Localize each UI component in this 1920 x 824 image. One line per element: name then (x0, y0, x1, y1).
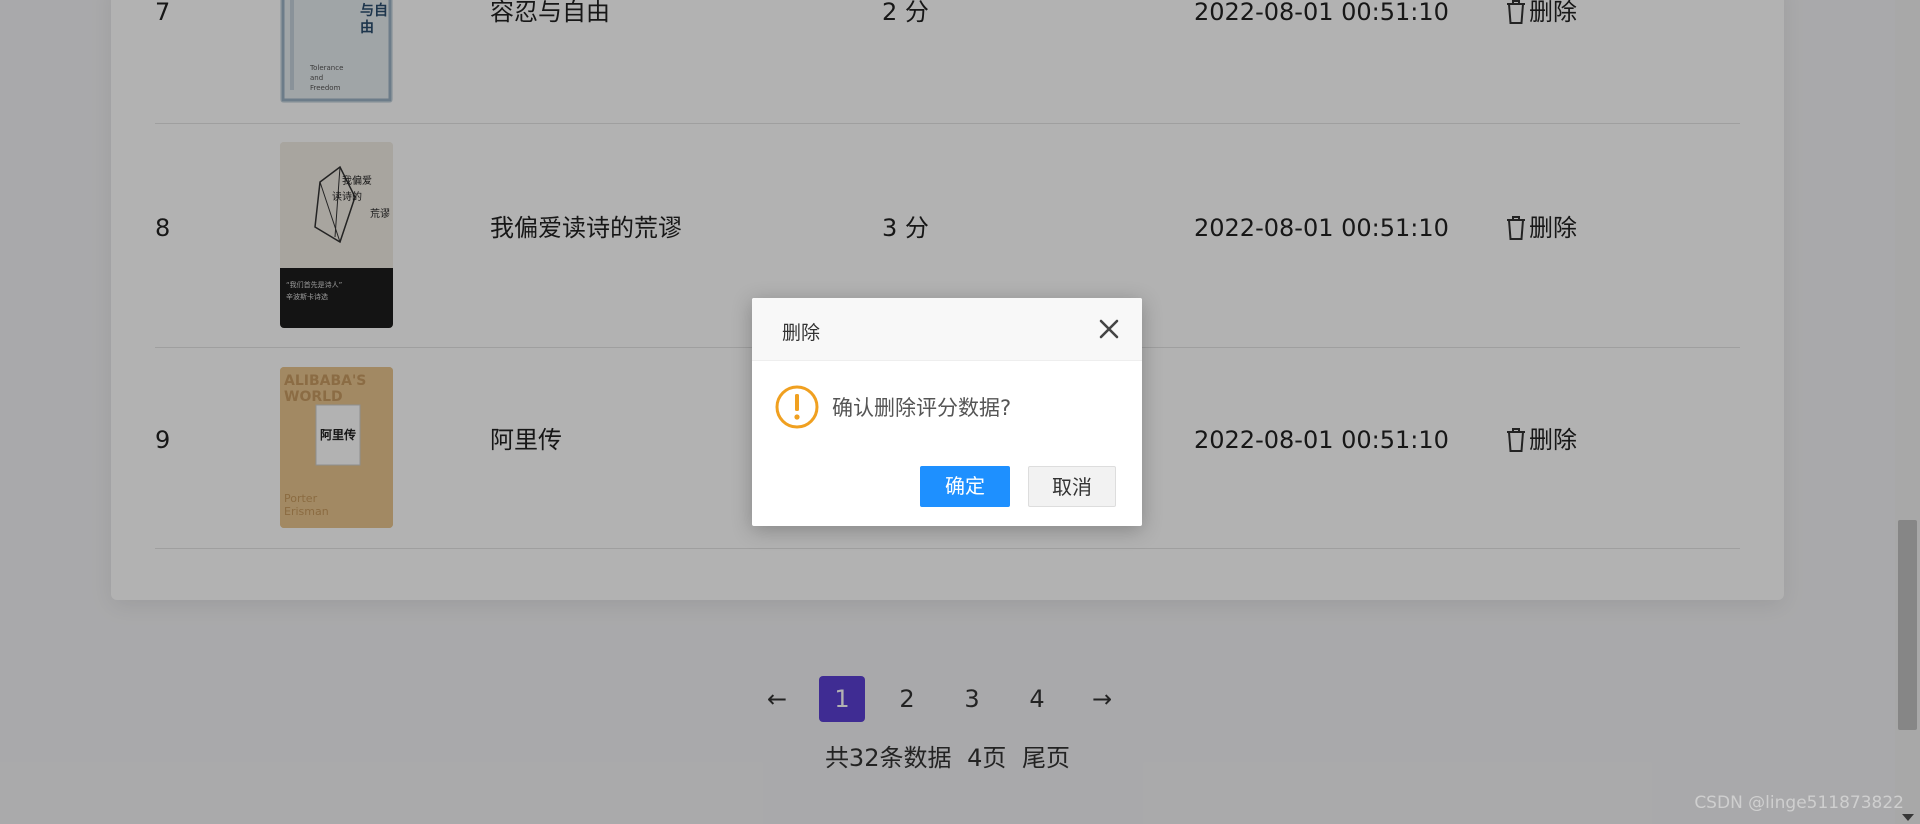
dialog-body: 确认删除评分数据? (774, 384, 1011, 430)
cancel-button[interactable]: 取消 (1028, 466, 1116, 507)
warning-icon (775, 385, 819, 429)
close-icon[interactable] (1098, 318, 1120, 340)
dialog-message: 确认删除评分数据? (832, 396, 1012, 420)
dialog-title: 删除 (782, 322, 821, 344)
watermark: CSDN @linge511873822 (1694, 793, 1904, 813)
confirm-button[interactable]: 确定 (920, 466, 1010, 507)
confirm-delete-dialog: 删除 确认删除评分数据? 确定 取消 (752, 298, 1142, 526)
dialog-header: 删除 (752, 298, 1142, 361)
